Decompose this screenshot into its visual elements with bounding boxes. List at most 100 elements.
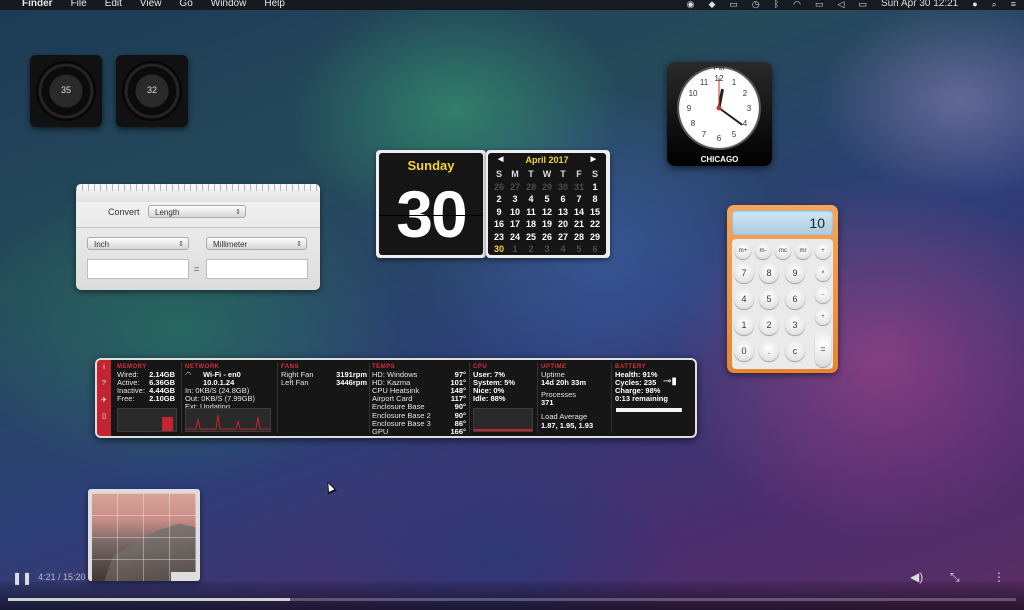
- calendar-widget[interactable]: ◀ April 2017 ▶ S M T W T F S 26 27 28 29 30 31 1 2 3 4 5 6…: [486, 150, 610, 258]
- fan-widget-left[interactable]: 35: [30, 55, 102, 127]
- calendar-day[interactable]: 29: [539, 182, 555, 195]
- calendar-day[interactable]: 9: [491, 207, 507, 220]
- display-icon[interactable]: ▭: [729, 0, 738, 9]
- calc-key[interactable]: 6: [785, 289, 805, 309]
- calendar-day[interactable]: 8: [587, 194, 603, 207]
- calendar-day[interactable]: 23: [491, 232, 507, 245]
- next-month-icon[interactable]: ▶: [591, 155, 596, 163]
- calc-key[interactable]: c: [785, 341, 805, 361]
- calendar-day[interactable]: 10: [507, 207, 523, 220]
- calendar-day[interactable]: 21: [571, 219, 587, 232]
- calendar-day[interactable]: 20: [555, 219, 571, 232]
- menu-finder[interactable]: Finder: [4, 0, 53, 9]
- calc-key[interactable]: 4: [734, 289, 754, 309]
- calendar-day[interactable]: 6: [587, 244, 603, 257]
- flip-date-widget[interactable]: Sunday 30: [376, 150, 486, 258]
- calendar-day[interactable]: 27: [555, 232, 571, 245]
- calendar-day[interactable]: 5: [539, 194, 555, 207]
- calendar-day[interactable]: 2: [523, 244, 539, 257]
- calendar-day[interactable]: 27: [507, 182, 523, 195]
- volume-icon[interactable]: ◀): [910, 570, 923, 584]
- pause-icon[interactable]: ❚❚: [12, 571, 32, 585]
- from-unit-select[interactable]: Inch ⇕: [87, 237, 189, 250]
- battery-icon[interactable]: ▭: [858, 0, 867, 9]
- calc-key[interactable]: 9: [785, 263, 805, 283]
- calendar-today[interactable]: 30: [491, 244, 507, 257]
- to-value-field[interactable]: [206, 259, 308, 279]
- calendar-day[interactable]: 26: [491, 182, 507, 195]
- calendar-day[interactable]: 31: [571, 182, 587, 195]
- user-icon[interactable]: ●: [972, 0, 977, 9]
- calendar-day[interactable]: 25: [523, 232, 539, 245]
- calc-memory-key[interactable]: m-: [755, 243, 771, 259]
- menu-edit[interactable]: Edit: [105, 0, 122, 9]
- menu-go[interactable]: Go: [179, 0, 192, 9]
- menu-file[interactable]: File: [71, 0, 87, 9]
- record-icon[interactable]: ◉: [687, 0, 695, 9]
- calc-key[interactable]: .: [759, 341, 779, 361]
- bluetooth-icon[interactable]: ᛒ: [774, 0, 779, 9]
- calendar-day[interactable]: 28: [571, 232, 587, 245]
- calendar-day[interactable]: 6: [555, 194, 571, 207]
- calendar-day[interactable]: 22: [587, 219, 603, 232]
- calendar-day[interactable]: 18: [523, 219, 539, 232]
- from-value-field[interactable]: [87, 259, 189, 279]
- calc-memory-key[interactable]: mr: [795, 243, 811, 259]
- calc-operator-key[interactable]: −: [815, 287, 831, 303]
- calendar-day[interactable]: 1: [587, 182, 603, 195]
- world-clock-widget[interactable]: PM 1 2 3 4 5 6 7 8 9 10 11 12 CHICAGO: [667, 62, 772, 166]
- puzzle-empty-tile[interactable]: [171, 572, 197, 581]
- calc-memory-key[interactable]: +: [815, 243, 831, 259]
- calendar-day[interactable]: 5: [571, 244, 587, 257]
- calendar-day[interactable]: 1: [507, 244, 523, 257]
- time-machine-icon[interactable]: ◷: [752, 0, 760, 9]
- menu-window[interactable]: Window: [211, 0, 247, 9]
- video-progress-bar[interactable]: [8, 598, 1016, 601]
- category-select[interactable]: Length ⇕: [148, 205, 246, 218]
- fan-widget-right[interactable]: 32: [116, 55, 188, 127]
- calc-memory-key[interactable]: m+: [735, 243, 751, 259]
- calendar-day[interactable]: 16: [491, 219, 507, 232]
- more-icon[interactable]: ⋮: [993, 570, 1005, 584]
- calc-key[interactable]: 1: [734, 315, 754, 335]
- dropbox-icon[interactable]: ◆: [708, 0, 715, 9]
- calendar-day[interactable]: 29: [587, 232, 603, 245]
- tile-game-widget[interactable]: [88, 489, 200, 581]
- calendar-day[interactable]: 28: [523, 182, 539, 195]
- calendar-day[interactable]: 11: [523, 207, 539, 220]
- airplay-icon[interactable]: ▭: [815, 0, 824, 9]
- calc-equals-key[interactable]: =: [815, 331, 831, 367]
- calc-key[interactable]: 7: [734, 263, 754, 283]
- menu-view[interactable]: View: [140, 0, 162, 9]
- calendar-day[interactable]: 30: [555, 182, 571, 195]
- airplane-icon[interactable]: ✈: [99, 396, 109, 404]
- device-icon[interactable]: ▯: [99, 412, 109, 420]
- calc-key[interactable]: 8: [759, 263, 779, 283]
- wifi-icon[interactable]: ◠: [793, 0, 801, 9]
- calendar-day[interactable]: 12: [539, 207, 555, 220]
- list-icon[interactable]: ≡: [1011, 0, 1016, 9]
- calc-operator-key[interactable]: ×: [815, 265, 831, 281]
- calendar-day[interactable]: 13: [555, 207, 571, 220]
- calc-key[interactable]: 3: [785, 315, 805, 335]
- calendar-day[interactable]: 15: [587, 207, 603, 220]
- fullscreen-exit-icon[interactable]: ⤡: [950, 570, 960, 585]
- calc-key[interactable]: 0: [734, 341, 754, 361]
- calendar-day[interactable]: 17: [507, 219, 523, 232]
- calendar-day[interactable]: 7: [571, 194, 587, 207]
- to-unit-select[interactable]: Millimeter ⇕: [206, 237, 307, 250]
- calendar-day[interactable]: 3: [507, 194, 523, 207]
- calendar-day[interactable]: 19: [539, 219, 555, 232]
- calendar-day[interactable]: 26: [539, 232, 555, 245]
- calc-operator-key[interactable]: +: [815, 309, 831, 325]
- menu-help[interactable]: Help: [264, 0, 285, 9]
- calendar-day[interactable]: 3: [539, 244, 555, 257]
- calc-memory-key[interactable]: mc: [775, 243, 791, 259]
- info-icon[interactable]: i: [99, 364, 109, 371]
- menubar-datetime[interactable]: Sun Apr 30 12:21: [881, 0, 958, 9]
- calendar-day[interactable]: 24: [507, 232, 523, 245]
- prev-month-icon[interactable]: ◀: [498, 155, 503, 163]
- calc-key[interactable]: 2: [759, 315, 779, 335]
- calendar-day[interactable]: 2: [491, 194, 507, 207]
- spotlight-icon[interactable]: ⌕: [992, 0, 997, 9]
